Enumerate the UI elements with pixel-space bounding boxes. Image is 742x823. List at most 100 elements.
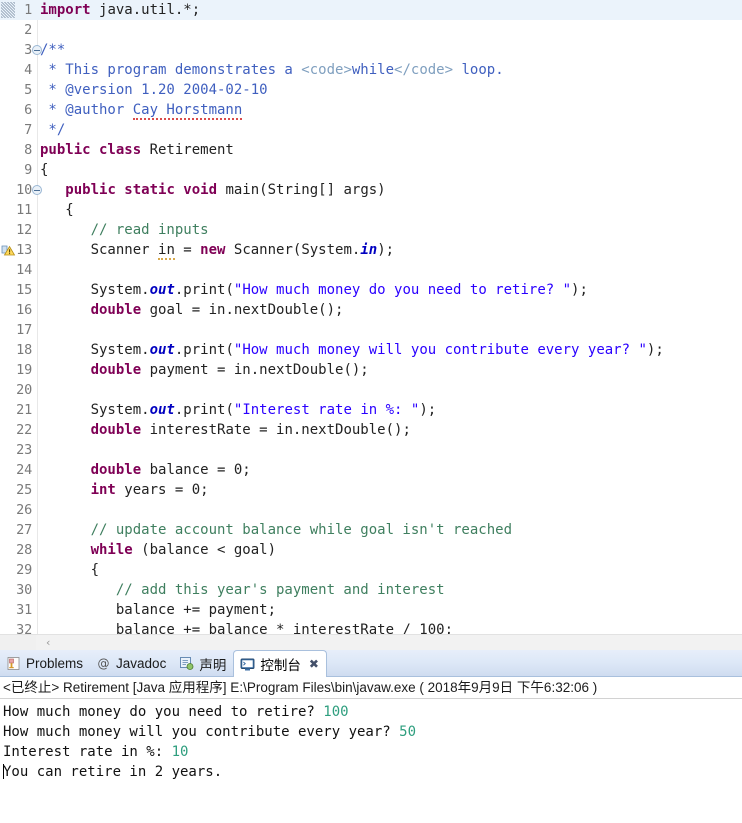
code-line[interactable]: 30 // add this year's payment and intere… [0,580,742,600]
code-text: // update account balance while goal isn… [40,520,512,540]
code-token: ); [646,342,664,358]
line-number: 10 [16,182,32,198]
code-line[interactable]: 21 System.out.print("Interest rate in %:… [0,400,742,420]
code-line[interactable]: 8 public class Retirement [0,140,742,160]
code-line[interactable]: 26 [0,500,742,520]
code-token: public class [40,142,150,158]
code-line[interactable]: 15 System.out.print("How much money do y… [0,280,742,300]
code-line[interactable]: 7 */ [0,120,742,140]
tab-label: 声明 [199,657,227,673]
console-line: Interest rate in %: 10 [3,742,742,762]
code-line[interactable]: 19 double payment = in.nextDouble(); [0,360,742,380]
code-text: System.out.print("Interest rate in %: ")… [40,400,437,420]
code-text: int years = 0; [40,480,209,500]
code-line[interactable]: 32 balance += balance * interestRate / 1… [0,620,742,634]
code-line[interactable]: 2 [0,20,742,40]
code-token: balance = 0; [149,462,251,478]
code-line[interactable]: 13 Scanner in = new Scanner(System.in); [0,240,742,260]
code-token: balance += balance * interestRate / 100; [40,622,454,634]
console-line: How much money do you need to retire? 10… [3,702,742,722]
code-text: public class Retirement [40,140,234,160]
code-line[interactable]: 14 [0,260,742,280]
code-text: balance += payment; [40,600,276,620]
code-token: Scanner [40,242,159,258]
editor-horizontal-scrollbar[interactable]: ‹ [0,634,742,650]
tab-4[interactable]: 控制台 ✖ [233,650,327,677]
code-line[interactable]: 29 { [0,560,742,580]
code-token: "How much money will you contribute ever… [233,342,647,358]
code-token: { [40,562,100,578]
scrollbar-track[interactable] [36,635,742,650]
console-output[interactable]: How much money do you need to retire? 10… [0,699,742,782]
code-token: payment = in.nextDouble(); [149,362,369,378]
code-line[interactable]: 4 * This program demonstrates a <code>wh… [0,60,742,80]
svg-text:@: @ [98,657,110,671]
view-tab-bar[interactable]: Problems @ Javadoc 声明 控制台 ✖ [0,650,742,677]
line-number: 12 [16,222,32,238]
code-line[interactable]: 24 double balance = 0; [0,460,742,480]
scroll-left-arrow-icon[interactable]: ‹ [46,637,55,648]
code-text: balance += balance * interestRate / 100; [40,620,453,634]
code-line[interactable]: 5 * @version 1.20 2004-02-10 [0,80,742,100]
console-process-header: <已终止> Retirement [Java 应用程序] E:\Program … [0,677,742,699]
line-number: 16 [16,302,32,318]
code-line[interactable]: 12 // read inputs [0,220,742,240]
code-line[interactable]: 27 // update account balance while goal … [0,520,742,540]
java-editor-pane[interactable]: 1 import java.util.*; 2 3/** 4 * This progra… [0,0,742,650]
line-number: 19 [16,362,32,378]
tab-2[interactable]: @ Javadoc [90,650,173,677]
code-token: in [360,242,378,258]
code-token: // update account balance while goal isn… [40,522,513,538]
line-number: 30 [16,582,32,598]
line-number: 11 [16,202,32,218]
line-number: 31 [16,602,32,618]
code-line[interactable]: 28 while (balance < goal) [0,540,742,560]
code-line[interactable]: 22 double interestRate = in.nextDouble()… [0,420,742,440]
tab-label: Javadoc [116,656,167,671]
code-area[interactable]: 1 import java.util.*; 2 3/** 4 * This progra… [0,0,742,634]
tab-3[interactable]: 声明 [173,650,233,677]
console-user-input: 50 [399,724,417,740]
console-user-input: 100 [323,704,349,720]
code-token: Scanner(System. [233,242,361,258]
code-text: import java.util.*; [40,0,200,20]
code-text: System.out.print("How much money will yo… [40,340,664,360]
code-line[interactable]: 10 public static void main(String[] args… [0,180,742,200]
code-line[interactable]: 31 balance += payment; [0,600,742,620]
code-token: Cay Horstmann [132,102,243,120]
tab-1[interactable]: Problems [0,650,90,677]
line-number: 4 [24,62,32,78]
line-number: 6 [24,102,32,118]
code-line[interactable]: 25 int years = 0; [0,480,742,500]
warning-marker-icon[interactable] [1,243,16,257]
code-line[interactable]: 18 System.out.print("How much money will… [0,340,742,360]
code-text: System.out.print("How much money do you … [40,280,588,300]
code-token: new [200,242,234,258]
code-line[interactable]: 17 [0,320,742,340]
code-text: /** [40,40,65,60]
code-line[interactable]: 9{ [0,160,742,180]
close-icon[interactable]: ✖ [309,657,319,671]
code-text: * @author Cay Horstmann [40,100,243,120]
code-line[interactable]: 1 import java.util.*; [0,0,742,20]
code-line[interactable]: 23 [0,440,742,460]
code-line[interactable]: 3 /** [0,40,742,60]
code-text: * This program demonstrates a <code>whil… [40,60,504,80]
eclipse-ide-window: 1 import java.util.*; 2 3/** 4 * This progra… [0,0,742,823]
console-icon [240,657,255,672]
line-number: 25 [16,482,32,498]
code-line[interactable]: 11 { [0,200,742,220]
line-number: 24 [16,462,32,478]
code-line[interactable]: 16 double goal = in.nextDouble(); [0,300,742,320]
code-token: ); [377,242,395,258]
code-text: double balance = 0; [40,460,251,480]
code-token: while [351,62,395,78]
line-number: 23 [16,442,32,458]
code-line[interactable]: 6 * @author Cay Horstmann [0,100,742,120]
code-token: loop. [453,62,504,78]
code-line[interactable]: 20 [0,380,742,400]
line-number: 14 [16,262,32,278]
